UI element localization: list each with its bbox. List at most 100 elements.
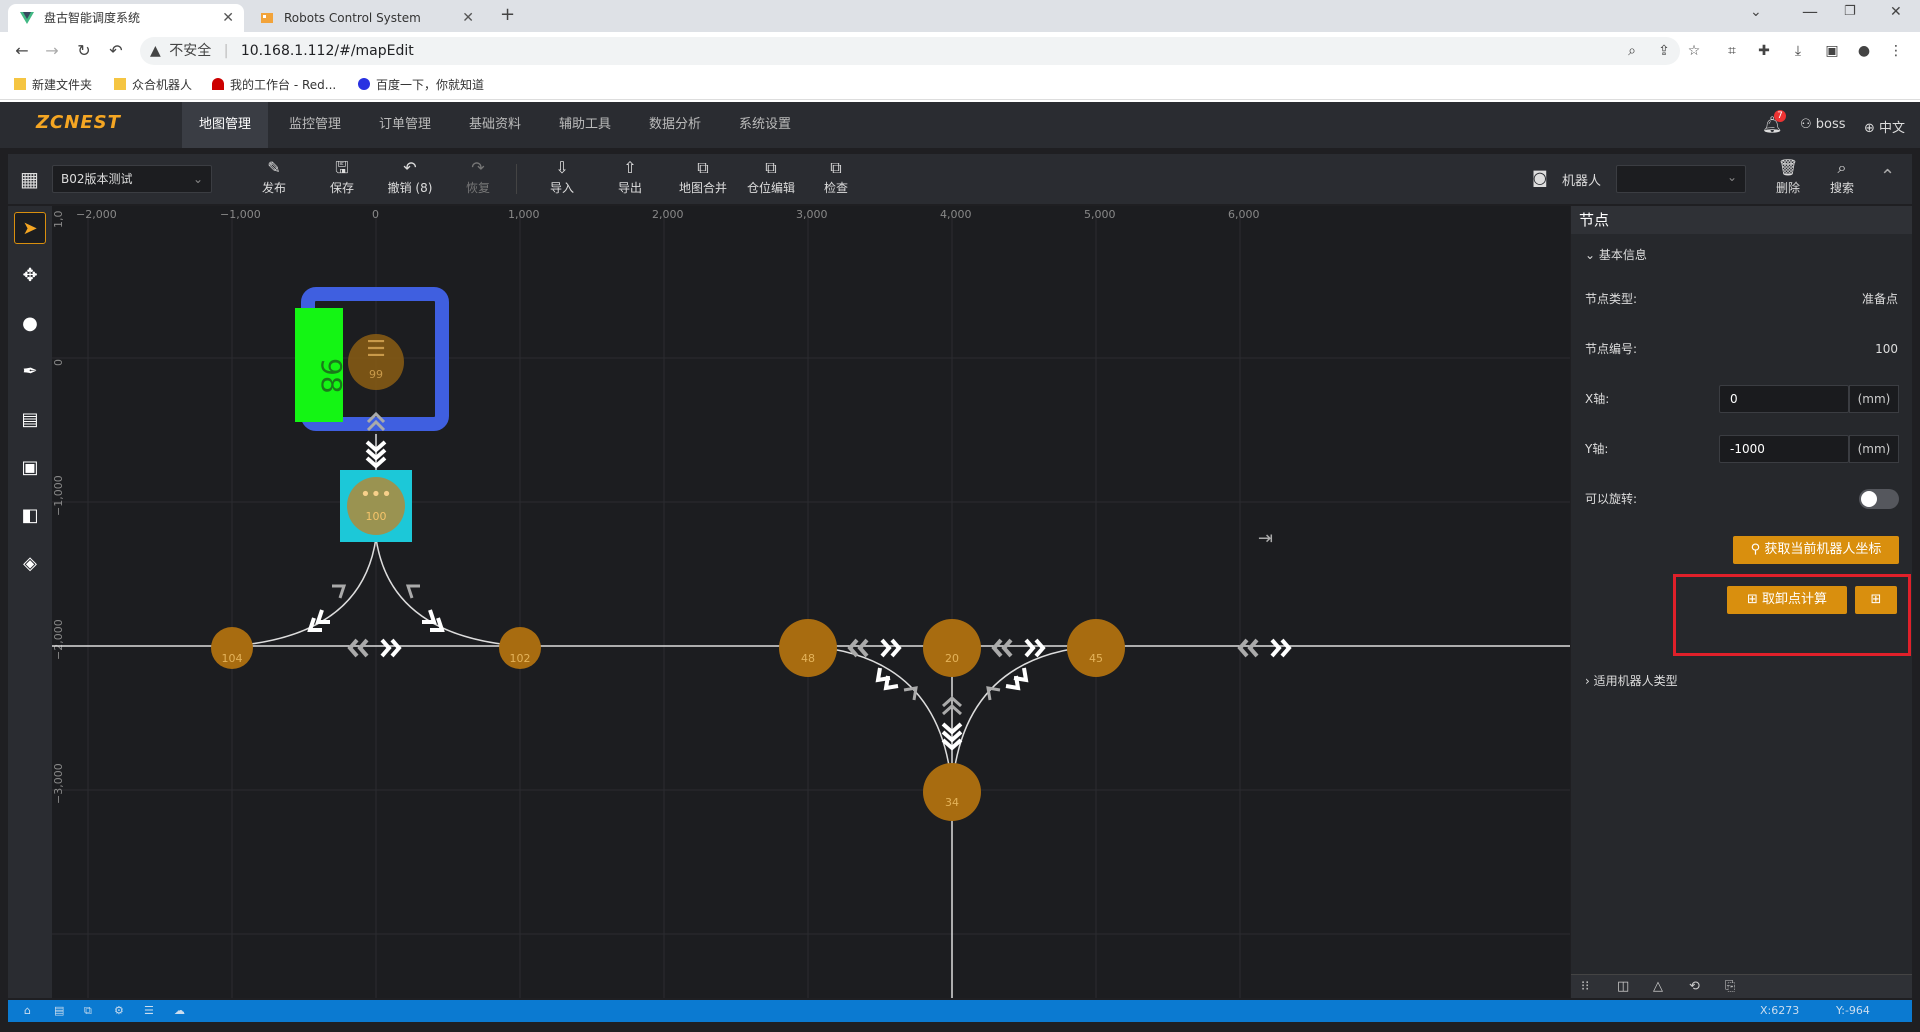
undo-button[interactable]: ↶ 撤销 (8) (382, 157, 438, 201)
robot-label: 机器人 (1562, 174, 1602, 189)
split-view-icon[interactable]: ◫ (1617, 975, 1629, 999)
grid-button[interactable]: ⊞ (1855, 586, 1897, 614)
close-tab-icon[interactable]: ✕ (462, 4, 474, 32)
area-tool-icon[interactable]: ◈ (14, 548, 46, 580)
nav-system-settings[interactable]: 系统设置 (722, 102, 808, 148)
crop-icon[interactable]: ⌗ (1720, 39, 1744, 63)
language-switch[interactable]: ⊕ 中文 (1864, 117, 1905, 136)
status-copy-icon[interactable]: ⧉ (84, 1000, 92, 1022)
path-100-104[interactable] (231, 537, 377, 647)
warning-icon[interactable]: ▲ (150, 43, 161, 59)
node-type-row: 节点类型: 准备点 (1585, 284, 1898, 314)
back-icon[interactable]: ← (10, 39, 34, 63)
node-34[interactable] (923, 763, 981, 821)
move-tool-icon[interactable]: ✥ (14, 260, 46, 292)
status-settings-icon[interactable]: ⚙ (114, 1000, 124, 1022)
download-icon[interactable]: ⤓ (1786, 39, 1810, 63)
zoom-icon[interactable]: ⌕ (1620, 39, 1644, 63)
robot-select[interactable]: ⌄ (1616, 165, 1746, 193)
nav-map-management[interactable]: 地图管理 (182, 102, 268, 148)
ruler-x-tick: 1,000 (508, 208, 540, 221)
user-menu[interactable]: ⚇ boss (1800, 117, 1846, 132)
nav-monitoring[interactable]: 监控管理 (272, 102, 358, 148)
x-axis-input[interactable]: 0 (1719, 385, 1849, 413)
map-svg[interactable]: −2,000 −1,000 0 1,000 2,000 3,000 4,000 … (52, 206, 1570, 998)
expand-panel-icon[interactable]: ⇥ (1258, 528, 1273, 549)
reload-icon[interactable]: ↻ (72, 39, 96, 63)
map-canvas[interactable]: −2,000 −1,000 0 1,000 2,000 3,000 4,000 … (52, 206, 1570, 998)
triangle-icon[interactable]: △ (1653, 975, 1663, 999)
url-field[interactable]: ▲ 不安全 | 10.168.1.112/#/mapEdit (140, 37, 1680, 65)
bookmark-item[interactable]: 我的工作台 - Red... (212, 76, 336, 94)
pick-drop-calc-button[interactable]: ⊞ 取卸点计算 (1727, 586, 1847, 614)
tab-pangu[interactable]: 盘古智能调度系统 ✕ (8, 4, 244, 32)
restore-button[interactable]: ❐ (1844, 4, 1856, 19)
node-20[interactable] (923, 619, 981, 677)
shelf-tool-icon[interactable]: ▣ (14, 452, 46, 484)
history-icon[interactable]: ↶ (104, 39, 128, 63)
forward-icon[interactable]: → (40, 39, 64, 63)
node-45[interactable] (1067, 619, 1125, 677)
nav-orders[interactable]: 订单管理 (362, 102, 448, 148)
bookmark-item[interactable]: 新建文件夹 (14, 76, 92, 94)
properties-panel: 节点 ⌄ 基本信息 节点类型: 准备点 节点编号: 100 X轴: 0 (mm) Y… (1571, 206, 1912, 998)
slot-edit-button[interactable]: ⧉ 仓位编辑 (738, 157, 804, 201)
path-48-34[interactable] (807, 645, 953, 791)
map-merge-button[interactable]: ⧉ 地图合并 (670, 157, 736, 201)
star-icon[interactable]: ☆ (1682, 39, 1706, 63)
bookmark-item[interactable]: 众合机器人 (114, 76, 192, 94)
profile-icon[interactable]: ● (1852, 39, 1876, 63)
ruler-y-tick: 0 (52, 359, 65, 366)
section-basic-header[interactable]: ⌄ 基本信息 (1585, 240, 1898, 270)
tab-robots-control[interactable]: Robots Control System ✕ (248, 4, 484, 32)
share-icon[interactable]: ⇪ (1652, 39, 1676, 63)
status-list-icon[interactable]: ☰ (144, 1000, 154, 1022)
select-tool-icon[interactable]: ➤ (14, 212, 46, 244)
nav-aux-tools[interactable]: 辅助工具 (542, 102, 628, 148)
delete-button[interactable]: 🗑︎ 删除 (1768, 157, 1808, 201)
rotate-toggle[interactable] (1859, 489, 1899, 509)
cursor-y: Y:-964 (1836, 1004, 1870, 1017)
y-axis-input[interactable]: -1000 (1719, 435, 1849, 463)
rotate-icon[interactable]: ⟲ (1689, 975, 1700, 999)
bookmark-label: 众合机器人 (132, 78, 193, 92)
status-cloud-icon[interactable]: ☁ (174, 1000, 185, 1022)
search-button[interactable]: ⌕ 搜索 (1822, 157, 1862, 201)
path-45-34[interactable] (951, 645, 1097, 791)
status-home-icon[interactable]: ⌂ (24, 1000, 31, 1022)
grid-tool-icon[interactable]: ▤ (14, 404, 46, 436)
extensions-icon[interactable]: ✚ (1752, 39, 1776, 63)
minimize-button[interactable]: — (1802, 2, 1818, 21)
close-window-button[interactable]: ✕ (1890, 4, 1902, 20)
nav-basic-data[interactable]: 基础资料 (452, 102, 538, 148)
pen-tool-icon[interactable]: ✒ (14, 356, 46, 388)
close-tab-icon[interactable]: ✕ (222, 4, 234, 32)
layout-icon[interactable]: ▦ (20, 167, 44, 191)
measure-tool-icon[interactable]: ◧ (14, 500, 46, 532)
sidebar-icon[interactable]: ▣ (1820, 39, 1844, 63)
node-tool-icon[interactable]: ● (14, 308, 46, 340)
menu-icon[interactable]: ⋮ (1884, 39, 1908, 63)
publish-button[interactable]: ✎ 发布 (246, 157, 302, 201)
get-robot-coord-button[interactable]: ⚲ 获取当前机器人坐标 (1733, 536, 1899, 564)
tab-search-icon[interactable]: ⌄ (1750, 4, 1762, 20)
save-button[interactable]: 🖫︎ 保存 (314, 157, 370, 201)
redo-button[interactable]: ↷ 恢复 (450, 157, 506, 201)
status-file-icon[interactable]: ▤ (54, 1000, 64, 1022)
chevron-down-icon: ⌄ (1585, 248, 1599, 262)
collapse-up-icon[interactable]: ⌃ (1880, 166, 1895, 187)
copy-icon[interactable]: ⎘ (1725, 975, 1735, 999)
nav-data-analysis[interactable]: 数据分析 (632, 102, 718, 148)
path-100-102[interactable] (375, 537, 521, 647)
node-48[interactable] (779, 619, 837, 677)
direction-arrows-diagonal (307, 609, 1029, 751)
check-button[interactable]: ⧉ 检查 (808, 157, 864, 201)
section-robot-types-header[interactable]: › 适用机器人类型 (1585, 666, 1898, 696)
bookmark-item[interactable]: 百度一下，你就知道 (358, 76, 484, 94)
apps-grid-icon[interactable]: ⁝⁝ (1581, 975, 1589, 999)
import-button[interactable]: ⇩ 导入 (534, 157, 590, 201)
map-select[interactable]: B02版本测试 ⌄ (52, 165, 212, 193)
bookmark-label: 百度一下，你就知道 (376, 78, 485, 92)
new-tab-button[interactable]: + (500, 4, 515, 25)
export-button[interactable]: ⇧ 导出 (602, 157, 658, 201)
